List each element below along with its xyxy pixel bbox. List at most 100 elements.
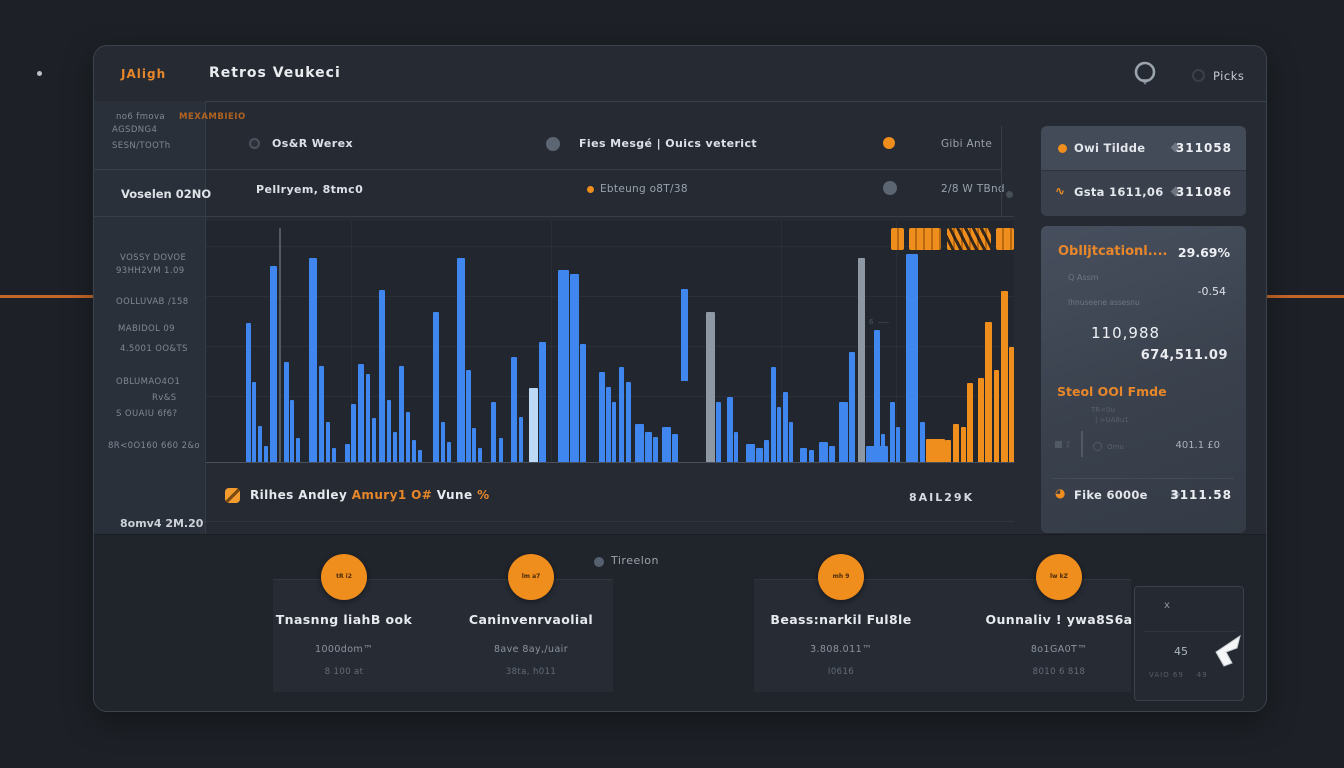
bar <box>478 448 482 462</box>
mini-widget-divider <box>1143 631 1237 632</box>
fund-line2: | >UA8u1 <box>1095 416 1129 424</box>
bar <box>626 382 631 462</box>
app-logo: JAligh <box>121 67 166 81</box>
rp-row3-value: 3111.58 <box>1170 488 1232 502</box>
sidebar-section-label[interactable]: Voselen 02NO <box>121 187 211 201</box>
bar <box>309 258 317 462</box>
bar <box>558 270 569 462</box>
rp-row1-label[interactable]: Owi Tildde <box>1074 141 1145 155</box>
bar <box>716 402 721 462</box>
axis-label: 93HH2VM 1.09 <box>116 266 185 276</box>
orange-dot-icon <box>1058 144 1067 153</box>
axis-label: 8R<0O160 660 2&o <box>108 441 200 451</box>
bar <box>985 322 992 462</box>
bar <box>789 422 793 462</box>
row1-label[interactable]: Os&R Werex <box>272 137 353 150</box>
sidebar-orange-tag: MEXAMBIEIO <box>179 112 246 122</box>
row1-status-dot <box>546 137 560 151</box>
stats-sub2: Ihnuseene assesnu <box>1068 298 1140 307</box>
sidebar-top-line3[interactable]: SESN/TOOTh <box>112 141 171 151</box>
bar <box>839 402 848 462</box>
bar <box>332 448 336 462</box>
rp-row3-label[interactable]: Fike 6000e <box>1074 488 1148 502</box>
screen: JAligh Retros Veukeci Picks no6 fmova AG… <box>0 0 1344 768</box>
search-pin-icon[interactable] <box>1132 60 1158 90</box>
legend-dot <box>594 557 604 567</box>
bar <box>994 370 999 462</box>
stat-card-title[interactable]: Beass:narkil Ful8le <box>721 612 961 627</box>
right-panel-stats: Oblljtcationl.... 29.69% Q Assm -0.54 Ih… <box>1041 226 1246 533</box>
bar <box>849 352 855 462</box>
row1-orange-dot <box>883 137 895 149</box>
fund-value: 401.1 £0 <box>1175 440 1220 451</box>
row1-center-label[interactable]: Fies Mesgé | Ouics veterict <box>579 137 757 150</box>
row2-orange-dot <box>587 186 594 193</box>
stats-big-value: 110,988 <box>1091 324 1160 342</box>
radio-button[interactable] <box>249 138 260 149</box>
bar <box>881 434 885 462</box>
stats-title: Oblljtcationl.... <box>1058 244 1167 259</box>
axis-label: MABIDOL 09 <box>118 324 175 334</box>
row2-right-label[interactable]: 2/8 W TBnd <box>941 183 1005 195</box>
bar <box>756 448 763 462</box>
footer-accent: Amury1 O# <box>352 488 432 502</box>
picks-icon <box>1192 69 1205 82</box>
bar <box>874 330 880 462</box>
stat-card-sub1: 8ave 8ay,/uair <box>411 644 651 655</box>
bar <box>529 388 538 462</box>
bar <box>447 442 451 462</box>
bar <box>777 407 781 462</box>
bar <box>606 387 611 462</box>
footnote-2: 49 <box>1197 671 1208 679</box>
axis-label: Rv&S <box>152 393 177 403</box>
stat-card-title[interactable]: Caninvenrvaolial <box>411 612 651 627</box>
rows-vertical-divider <box>1001 126 1002 216</box>
bar-icon <box>1081 431 1083 457</box>
bar <box>953 424 959 462</box>
bar <box>819 442 828 462</box>
bar <box>511 357 517 462</box>
stats-pct: 29.69% <box>1178 245 1230 260</box>
heat-strip-block <box>891 228 904 250</box>
bar <box>252 382 256 462</box>
bar <box>279 228 281 462</box>
bar <box>246 323 251 462</box>
ring-icon <box>1093 442 1102 451</box>
bar <box>393 432 397 462</box>
heat-strip-block <box>996 228 1014 250</box>
bar <box>358 364 364 462</box>
bar <box>351 404 356 462</box>
bar <box>783 392 788 462</box>
bar <box>926 439 945 462</box>
row2-tiny-dot <box>1006 191 1013 198</box>
stats-sub1: Q Assm <box>1068 273 1098 282</box>
bar <box>890 402 895 462</box>
bar <box>829 446 835 462</box>
wave-icon: ∿ <box>1055 184 1065 198</box>
stat-card-title[interactable]: Ounnaliv ! ywa8S6a <box>939 612 1179 627</box>
bar <box>734 432 738 462</box>
rp-row1-value: 311058 <box>1176 141 1232 155</box>
bar <box>387 400 391 462</box>
row1-right-label[interactable]: Gibi Ante <box>941 138 992 150</box>
row2-label[interactable]: Pellryem, 8tmc0 <box>256 183 363 196</box>
mini-widget-x[interactable]: x <box>1164 600 1170 611</box>
rp-row-divider <box>1041 170 1246 171</box>
bar <box>1009 347 1014 462</box>
row2-center-label[interactable]: Ebteung o8T/38 <box>600 183 688 195</box>
bar <box>258 426 262 462</box>
series-icon <box>225 488 240 503</box>
stat-card-sub1: 3.808.011™ <box>721 644 961 655</box>
bar-chart: 6 ⸺ <box>206 221 1014 463</box>
footer-accent2: % <box>477 488 489 502</box>
fund-caption: Omu <box>1107 443 1124 451</box>
bar <box>296 438 300 462</box>
fund-title[interactable]: Steol OOl Fmde <box>1057 384 1167 399</box>
bar <box>653 437 658 462</box>
picks-button[interactable]: Picks <box>1213 69 1244 83</box>
bar <box>764 440 769 462</box>
row2-status-dot <box>883 181 897 195</box>
rp-row2-label[interactable]: Gsta 1611,06 <box>1074 185 1164 199</box>
bar <box>635 424 644 462</box>
bar <box>519 417 523 462</box>
